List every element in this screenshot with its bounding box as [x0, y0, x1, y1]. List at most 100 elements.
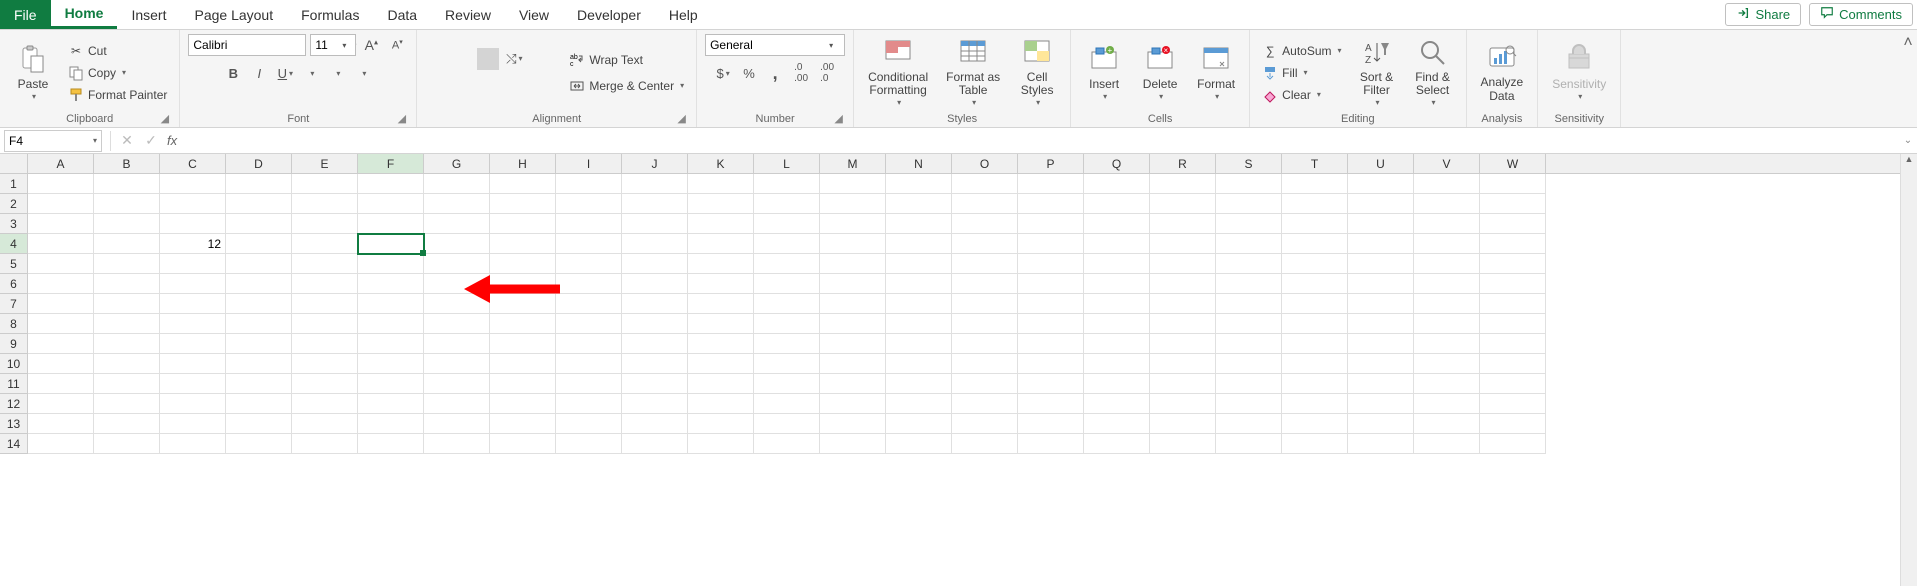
cell[interactable]: [292, 234, 358, 254]
cell[interactable]: [160, 214, 226, 234]
cell[interactable]: [226, 214, 292, 234]
cell[interactable]: [1018, 414, 1084, 434]
dialog-launcher-icon[interactable]: ◢: [395, 112, 408, 125]
cell[interactable]: [754, 294, 820, 314]
cell[interactable]: [28, 414, 94, 434]
cell[interactable]: [754, 414, 820, 434]
cell[interactable]: [358, 354, 424, 374]
cell[interactable]: [886, 374, 952, 394]
cell[interactable]: [952, 354, 1018, 374]
tab-data[interactable]: Data: [373, 0, 431, 29]
cell[interactable]: [754, 254, 820, 274]
cell[interactable]: [226, 314, 292, 334]
cell[interactable]: [94, 314, 160, 334]
cell[interactable]: [1414, 334, 1480, 354]
cell[interactable]: [1480, 294, 1546, 314]
column-header[interactable]: R: [1150, 154, 1216, 173]
cell[interactable]: [490, 254, 556, 274]
cell[interactable]: [424, 214, 490, 234]
cell[interactable]: [1150, 254, 1216, 274]
column-header[interactable]: C: [160, 154, 226, 173]
cell[interactable]: [754, 194, 820, 214]
cell[interactable]: [160, 274, 226, 294]
cell[interactable]: [820, 414, 886, 434]
cell[interactable]: [886, 314, 952, 334]
cell[interactable]: [490, 334, 556, 354]
cell[interactable]: [424, 434, 490, 454]
cell[interactable]: [1018, 334, 1084, 354]
cell[interactable]: [490, 214, 556, 234]
cell[interactable]: [1084, 234, 1150, 254]
cell-reference-input[interactable]: [9, 134, 93, 148]
column-header[interactable]: B: [94, 154, 160, 173]
increase-font-button[interactable]: A▴: [360, 34, 382, 56]
cell[interactable]: [490, 314, 556, 334]
cell[interactable]: [292, 394, 358, 414]
cell[interactable]: [688, 234, 754, 254]
column-header[interactable]: P: [1018, 154, 1084, 173]
cell[interactable]: [358, 414, 424, 434]
cell[interactable]: [292, 334, 358, 354]
cell[interactable]: [1084, 414, 1150, 434]
cell[interactable]: [886, 234, 952, 254]
cell[interactable]: [424, 354, 490, 374]
cell[interactable]: [1150, 234, 1216, 254]
cell[interactable]: [1084, 174, 1150, 194]
cell[interactable]: [226, 254, 292, 274]
cell[interactable]: [1282, 254, 1348, 274]
fx-icon[interactable]: fx: [163, 133, 181, 148]
cell[interactable]: [556, 194, 622, 214]
cell[interactable]: [1018, 234, 1084, 254]
cell[interactable]: [94, 394, 160, 414]
cell[interactable]: [358, 274, 424, 294]
cell[interactable]: [952, 254, 1018, 274]
cell[interactable]: [1282, 354, 1348, 374]
cell[interactable]: [754, 274, 820, 294]
cell[interactable]: [94, 334, 160, 354]
cell[interactable]: [292, 214, 358, 234]
column-header[interactable]: O: [952, 154, 1018, 173]
cell[interactable]: [1348, 334, 1414, 354]
cell[interactable]: [754, 234, 820, 254]
cell[interactable]: [28, 434, 94, 454]
cell[interactable]: [1216, 274, 1282, 294]
increase-indent-button[interactable]: [529, 76, 551, 98]
cell[interactable]: [1282, 394, 1348, 414]
cell[interactable]: [1084, 334, 1150, 354]
font-color-button[interactable]: A▾: [352, 62, 374, 84]
cell[interactable]: [688, 334, 754, 354]
cell[interactable]: [1084, 274, 1150, 294]
cell[interactable]: [490, 374, 556, 394]
cell[interactable]: [688, 274, 754, 294]
cell[interactable]: [1414, 294, 1480, 314]
vertical-scrollbar[interactable]: ▲: [1900, 154, 1917, 586]
cell[interactable]: [160, 434, 226, 454]
cell[interactable]: [688, 354, 754, 374]
cell[interactable]: [754, 334, 820, 354]
cell[interactable]: [358, 234, 424, 254]
decrease-indent-button[interactable]: [503, 76, 525, 98]
cell[interactable]: [688, 294, 754, 314]
column-header[interactable]: N: [886, 154, 952, 173]
column-header[interactable]: Q: [1084, 154, 1150, 173]
cell[interactable]: [1282, 374, 1348, 394]
cell[interactable]: [1414, 214, 1480, 234]
row-header[interactable]: 5: [0, 254, 28, 274]
italic-button[interactable]: I: [248, 62, 270, 84]
cell[interactable]: [1348, 214, 1414, 234]
cell[interactable]: [952, 214, 1018, 234]
format-painter-button[interactable]: Format Painter: [64, 85, 171, 105]
cell[interactable]: [1216, 434, 1282, 454]
cell[interactable]: 12: [160, 234, 226, 254]
cell[interactable]: [1480, 234, 1546, 254]
cell[interactable]: [622, 274, 688, 294]
cell[interactable]: [160, 414, 226, 434]
cell[interactable]: [358, 314, 424, 334]
chevron-down-icon[interactable]: ▾: [93, 136, 97, 145]
sort-filter-button[interactable]: AZ Sort & Filter▾: [1352, 35, 1402, 110]
cell[interactable]: [358, 214, 424, 234]
cell[interactable]: [952, 294, 1018, 314]
font-size-combo[interactable]: ▾: [310, 34, 356, 56]
cell[interactable]: [292, 254, 358, 274]
cell[interactable]: [952, 394, 1018, 414]
